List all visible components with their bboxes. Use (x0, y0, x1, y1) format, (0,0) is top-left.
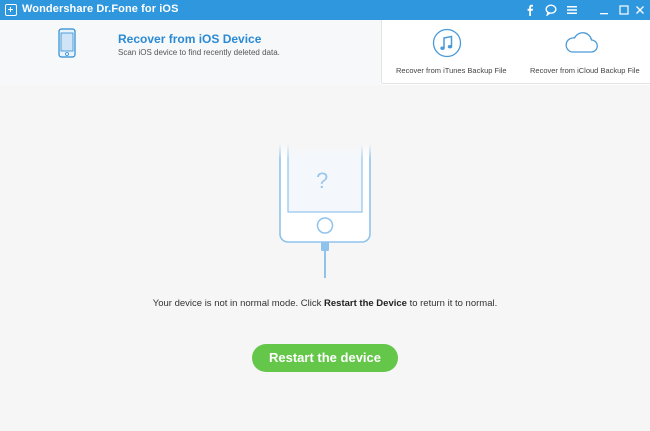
mode-title: Recover from iOS Device (118, 32, 262, 46)
itunes-tab-label: Recover from iTunes Backup File (396, 66, 507, 75)
device-not-normal-illustration: ? (277, 143, 373, 285)
restart-device-button[interactable]: Restart the device (252, 344, 398, 372)
message-prefix: Your device is not in normal mode. Click (152, 298, 325, 309)
status-message: Your device is not in normal mode. Click… (0, 298, 650, 309)
menu-icon[interactable] (564, 2, 580, 18)
app-title: Wondershare Dr.Fone for iOS (22, 3, 179, 15)
icloud-cloud-icon (563, 31, 599, 60)
maximize-icon[interactable] (616, 2, 632, 18)
main-panel: ? Your device is not in normal mode. Cli… (0, 85, 650, 431)
title-bar: Wondershare Dr.Fone for iOS (0, 0, 650, 20)
icloud-tab-label: Recover from iCloud Backup File (530, 66, 640, 75)
minimize-icon[interactable] (596, 2, 612, 18)
message-bold: Restart the Device (324, 298, 407, 309)
feedback-icon[interactable] (543, 2, 559, 18)
question-mark-symbol: ? (316, 168, 329, 193)
tab-recover-from-itunes[interactable]: Recover from iTunes Backup File (383, 20, 518, 84)
facebook-icon[interactable] (522, 2, 538, 18)
phone-icon (58, 28, 76, 63)
itunes-music-icon (432, 28, 462, 63)
close-icon[interactable] (632, 2, 648, 18)
tab-recover-from-icloud[interactable]: Recover from iCloud Backup File (520, 20, 650, 84)
message-suffix: to return it to normal. (406, 298, 498, 309)
tab-recover-from-ios-device[interactable]: Recover from iOS Device Scan iOS device … (0, 20, 382, 85)
mode-header: Recover from iOS Device Scan iOS device … (0, 20, 650, 85)
mode-description: Scan iOS device to find recently deleted… (118, 48, 280, 57)
app-logo-icon (5, 4, 17, 16)
